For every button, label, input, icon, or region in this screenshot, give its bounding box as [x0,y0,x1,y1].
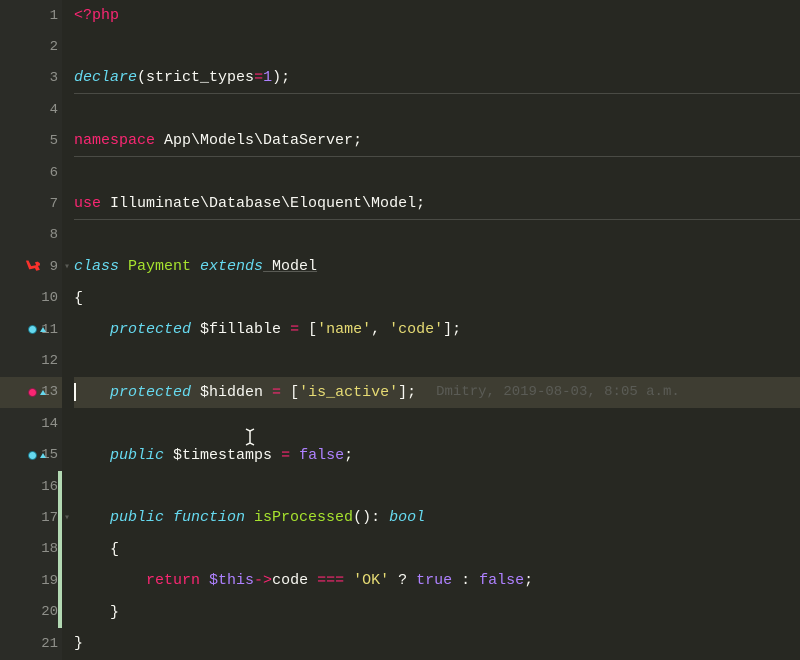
gutter-line[interactable]: 4 [0,94,62,125]
override-marker-icon[interactable] [28,388,37,397]
gutter-markers [28,325,46,334]
code-line-current[interactable]: protected $hidden = ['is_active'];Dmitry… [74,377,800,408]
code-line[interactable]: class Payment extends Model [74,251,800,282]
line-number: 14 [34,416,58,432]
line-number: 19 [34,573,58,589]
code-line[interactable]: return $this->code === 'OK' ? true : fal… [74,565,800,596]
gutter-line[interactable]: 19 [0,565,62,596]
arrow-up-icon [40,453,46,458]
gutter-line[interactable]: 20 [0,596,62,627]
line-number: 5 [34,133,58,149]
code-line[interactable] [74,471,800,502]
line-number: 16 [34,479,58,495]
line-number: 21 [34,636,58,652]
override-marker-icon[interactable] [28,451,37,460]
line-number: 6 [34,165,58,181]
code-line[interactable]: { [74,534,800,565]
code-line[interactable]: declare(strict_types=1); [74,63,800,94]
gutter-line[interactable]: 2 [0,31,62,62]
gutter-line[interactable]: 13 [0,377,62,408]
line-number: 7 [34,196,58,212]
gutter-line[interactable]: 9 ▾ [0,251,62,282]
line-number: 3 [34,70,58,86]
code-line[interactable]: protected $fillable = ['name', 'code']; [74,314,800,345]
code-line[interactable]: public function isProcessed(): bool [74,502,800,533]
gutter-markers [28,388,46,397]
code-line[interactable] [74,345,800,376]
line-number: 1 [34,8,58,24]
line-number: 4 [34,102,58,118]
git-blame-annotation: Dmitry, 2019-08-03, 8:05 a.m. [436,384,680,400]
text-cursor [74,383,76,401]
code-line[interactable] [74,220,800,251]
override-marker-icon[interactable] [28,325,37,334]
gutter-line[interactable]: 18 [0,534,62,565]
line-number: 2 [34,39,58,55]
gutter-line[interactable]: 21 [0,628,62,659]
code-line[interactable]: <?php [74,0,800,31]
gutter-line[interactable]: 12 [0,345,62,376]
gutter-line[interactable]: 1 [0,0,62,31]
gutter-line[interactable]: 7 [0,188,62,219]
gutter-line[interactable]: 15 [0,439,62,470]
code-line[interactable]: use Illuminate\Database\Eloquent\Model; [74,188,800,219]
gutter-markers [28,451,46,460]
line-number: 12 [34,353,58,369]
arrow-up-icon [40,390,46,395]
code-line[interactable]: public $timestamps = false; [74,439,800,470]
laravel-icon [26,260,40,274]
gutter-line[interactable]: 11 [0,314,62,345]
code-line[interactable]: namespace App\Models\DataServer; [74,126,800,157]
line-number: 17 [34,510,58,526]
gutter-line[interactable]: 3 [0,63,62,94]
code-line[interactable] [74,157,800,188]
gutter-line[interactable]: 5 [0,126,62,157]
gutter-line[interactable]: 16 [0,471,62,502]
code-area[interactable]: <?php declare(strict_types=1); namespace… [62,0,800,660]
line-number: 18 [34,541,58,557]
code-line[interactable] [74,408,800,439]
code-line[interactable]: } [74,596,800,627]
change-bar [58,471,62,628]
gutter-line[interactable]: 14 [0,408,62,439]
line-number: 8 [34,227,58,243]
code-line[interactable]: } [74,628,800,659]
code-line[interactable] [74,94,800,125]
code-line[interactable]: { [74,283,800,314]
gutter: 1 2 3 4 5 6 7 8 9 ▾ 10 11 12 13 [0,0,62,660]
code-editor: 1 2 3 4 5 6 7 8 9 ▾ 10 11 12 13 [0,0,800,660]
line-number: 10 [34,290,58,306]
php-open-tag: <?php [74,7,119,24]
gutter-line[interactable]: 8 [0,220,62,251]
arrow-up-icon [40,327,46,332]
line-number: 20 [34,604,58,620]
gutter-line[interactable]: 17▾ [0,502,62,533]
code-line[interactable] [74,31,800,62]
gutter-line[interactable]: 6 [0,157,62,188]
gutter-line[interactable]: 10 [0,283,62,314]
